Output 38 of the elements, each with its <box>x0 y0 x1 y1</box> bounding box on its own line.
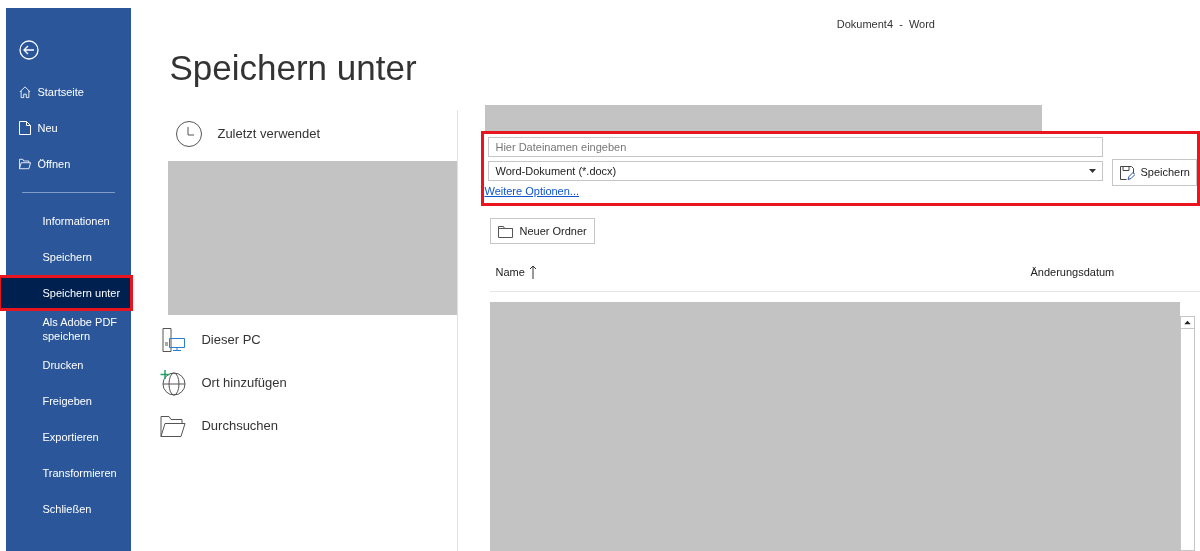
column-header[interactable]: Änderungsdatum <box>1030 264 1115 281</box>
globe-plus-icon <box>159 368 188 397</box>
save-button[interactable]: Speichern <box>1112 159 1197 186</box>
scrollbar[interactable] <box>1180 316 1196 551</box>
sidebar-item[interactable]: Exportieren <box>0 419 134 455</box>
page-icon <box>19 121 32 135</box>
page-title: Speichern unter <box>169 48 418 88</box>
location-item[interactable]: Durchsuchen <box>131 404 458 447</box>
new-folder-button[interactable]: Neuer Ordner <box>490 218 595 244</box>
sidebar-item[interactable]: Startseite <box>0 74 134 110</box>
sort-ascending-icon <box>528 265 537 280</box>
location-item[interactable]: Dieser PC <box>131 318 458 361</box>
computer-icon <box>159 325 188 354</box>
window-title: Dokument4 - Word <box>836 16 935 32</box>
sidebar-item[interactable]: Neu <box>0 110 134 146</box>
folder-icon <box>159 413 188 438</box>
more-options-link[interactable]: Weitere Optionen... <box>484 185 1104 197</box>
sidebar-item[interactable]: Drucken <box>0 347 134 383</box>
dropdown-icon <box>1089 169 1097 173</box>
sidebar-item[interactable]: Schließen <box>0 491 134 527</box>
column-header[interactable]: Name <box>495 264 525 281</box>
file-type-dropdown[interactable]: Word-Dokument (*.docx) <box>488 161 1104 181</box>
save-icon <box>1119 164 1136 181</box>
location-item[interactable]: Ort hinzufügen <box>131 361 458 404</box>
sidebar-item[interactable]: Transformieren <box>0 455 134 491</box>
sidebar-item[interactable]: Öffnen <box>0 146 134 182</box>
folder-icon <box>19 158 32 170</box>
clock-icon <box>175 120 204 148</box>
back-icon[interactable] <box>19 40 40 60</box>
sidebar-item[interactable]: Als Adobe PDF speichern <box>0 311 134 347</box>
sidebar-item[interactable]: Freigeben <box>0 383 134 419</box>
location-item[interactable]: Zuletzt verwendet <box>131 116 458 152</box>
filename-field[interactable]: Hier Dateinamen eingeben <box>488 137 1104 157</box>
sidebar-item[interactable]: Informationen <box>0 203 134 239</box>
home-icon <box>19 85 32 99</box>
sidebar-item[interactable]: Speichern <box>0 239 134 275</box>
sidebar-item[interactable]: Speichern unter <box>0 275 134 311</box>
folder-icon <box>498 224 514 238</box>
